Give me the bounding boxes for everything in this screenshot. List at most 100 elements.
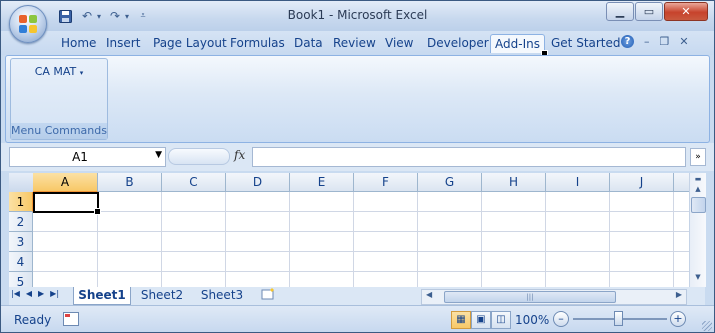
grid-cell[interactable] xyxy=(354,192,418,212)
grid-cell[interactable] xyxy=(98,232,162,252)
insert-sheet-icon[interactable] xyxy=(257,287,281,304)
column-header-d[interactable]: D xyxy=(226,173,290,192)
office-button[interactable] xyxy=(9,5,47,43)
grid-cell[interactable] xyxy=(418,212,482,232)
grid-cell[interactable] xyxy=(290,252,354,272)
column-header-i[interactable]: I xyxy=(546,173,610,192)
column-header-h[interactable]: H xyxy=(482,173,546,192)
column-header-g[interactable]: G xyxy=(418,173,482,192)
grid-cell[interactable] xyxy=(162,252,226,272)
first-sheet-icon[interactable]: |◀ xyxy=(11,289,20,298)
grid-cell[interactable] xyxy=(610,212,674,232)
row-header-3[interactable]: 3 xyxy=(9,232,33,252)
grid-cell[interactable] xyxy=(482,232,546,252)
column-header-f[interactable]: F xyxy=(354,173,418,192)
row-header-4[interactable]: 4 xyxy=(9,252,33,272)
grid-cell[interactable] xyxy=(226,192,290,212)
zoom-level[interactable]: 100% xyxy=(515,313,549,327)
scroll-down-icon[interactable]: ▼ xyxy=(691,273,705,285)
grid-cell[interactable] xyxy=(482,252,546,272)
grid-cell[interactable] xyxy=(546,252,610,272)
row-header-5[interactable]: 5 xyxy=(9,272,33,287)
maximize-button[interactable]: ▭ xyxy=(635,2,663,21)
grid-cell[interactable] xyxy=(33,232,98,252)
scroll-left-icon[interactable]: ◀ xyxy=(426,290,432,299)
zoom-slider-thumb[interactable] xyxy=(614,311,623,326)
expand-formula-bar-icon[interactable]: » xyxy=(690,148,706,166)
tab-get-started[interactable]: Get Started xyxy=(547,34,625,53)
scroll-up-icon[interactable]: ▲ xyxy=(691,185,705,197)
resize-grip-icon[interactable] xyxy=(702,321,712,331)
insert-function-icon[interactable]: fx xyxy=(234,148,245,162)
column-header-a[interactable]: A xyxy=(33,173,98,192)
grid-cell[interactable] xyxy=(98,272,162,287)
column-header-b[interactable]: B xyxy=(98,173,162,192)
horizontal-scroll-thumb[interactable]: ||| xyxy=(444,291,616,303)
scroll-right-icon[interactable]: ▶ xyxy=(676,290,682,299)
grid-cell[interactable] xyxy=(418,272,482,287)
sheet-tab-sheet3[interactable]: Sheet3 xyxy=(193,287,251,304)
grid-cell[interactable] xyxy=(226,272,290,287)
sheet-tab-sheet1[interactable]: Sheet1 xyxy=(73,287,131,305)
ca-mat-menu-button[interactable]: CA MAT ▾ xyxy=(11,65,107,78)
tab-formulas[interactable]: Formulas xyxy=(226,34,289,53)
grid-cell[interactable] xyxy=(162,192,226,212)
tab-developer[interactable]: Developer xyxy=(423,34,493,53)
grid-cell[interactable] xyxy=(418,232,482,252)
column-header-e[interactable]: E xyxy=(290,173,354,192)
grid-cell[interactable] xyxy=(226,212,290,232)
tab-page-layout[interactable]: Page Layout xyxy=(149,34,231,53)
name-box[interactable]: A1 ▼ xyxy=(9,147,166,167)
grid-cell[interactable] xyxy=(610,272,674,287)
grid-cell[interactable] xyxy=(162,272,226,287)
grid-cell[interactable] xyxy=(354,272,418,287)
grid-cell[interactable] xyxy=(674,192,689,212)
sheet-tab-sheet2[interactable]: Sheet2 xyxy=(133,287,191,304)
grid-cell[interactable] xyxy=(354,232,418,252)
zoom-out-icon[interactable]: – xyxy=(553,311,569,327)
grid-cell[interactable] xyxy=(290,192,354,212)
macro-record-icon[interactable] xyxy=(63,312,79,326)
grid-cell[interactable] xyxy=(290,272,354,287)
grid-cell[interactable] xyxy=(162,212,226,232)
grid-cell[interactable] xyxy=(610,252,674,272)
column-header-j[interactable]: J xyxy=(610,173,674,192)
formula-buttons[interactable] xyxy=(168,148,230,165)
grid-cell[interactable] xyxy=(98,252,162,272)
vertical-scroll-thumb[interactable] xyxy=(691,197,706,213)
grid-cell[interactable] xyxy=(226,252,290,272)
grid-cell[interactable] xyxy=(674,252,689,272)
grid-cell[interactable] xyxy=(98,192,162,212)
formula-input[interactable] xyxy=(252,147,686,167)
horizontal-scrollbar[interactable]: ◀ ||| ▶ xyxy=(421,289,687,305)
grid-cell[interactable] xyxy=(610,232,674,252)
grid-cell[interactable] xyxy=(482,192,546,212)
tab-view[interactable]: View xyxy=(381,34,417,53)
vertical-scrollbar[interactable]: ▬ ▲ ▼ xyxy=(689,173,706,287)
column-header-partial[interactable] xyxy=(674,173,689,192)
active-cell-a1[interactable] xyxy=(33,192,101,215)
grid-cell[interactable] xyxy=(354,212,418,232)
grid-cell[interactable] xyxy=(674,212,689,232)
grid-cell[interactable] xyxy=(674,232,689,252)
normal-view-icon[interactable]: ▦ xyxy=(451,311,471,329)
grid-cell[interactable] xyxy=(98,212,162,232)
tab-review[interactable]: Review xyxy=(329,34,380,53)
page-break-preview-icon[interactable]: ◫ xyxy=(491,311,511,329)
row-header-2[interactable]: 2 xyxy=(9,212,33,232)
name-box-dropdown-icon[interactable]: ▼ xyxy=(155,150,162,160)
grid-cell[interactable] xyxy=(674,272,689,287)
grid-cell[interactable] xyxy=(482,212,546,232)
grid-cell[interactable] xyxy=(290,212,354,232)
last-sheet-icon[interactable]: ▶| xyxy=(50,289,59,298)
tab-insert[interactable]: Insert xyxy=(102,34,144,53)
ribbon-close-icon[interactable]: ✕ xyxy=(679,35,688,48)
prev-sheet-icon[interactable]: ◀ xyxy=(26,289,32,298)
select-all-button[interactable] xyxy=(9,173,34,193)
ribbon-minimize-icon[interactable]: – xyxy=(644,35,650,48)
grid-cell[interactable] xyxy=(33,272,98,287)
ribbon-restore-icon[interactable]: ❐ xyxy=(660,35,670,48)
minimize-button[interactable]: ▁ xyxy=(606,2,634,21)
grid-cell[interactable] xyxy=(610,192,674,212)
grid-cell[interactable] xyxy=(162,232,226,252)
